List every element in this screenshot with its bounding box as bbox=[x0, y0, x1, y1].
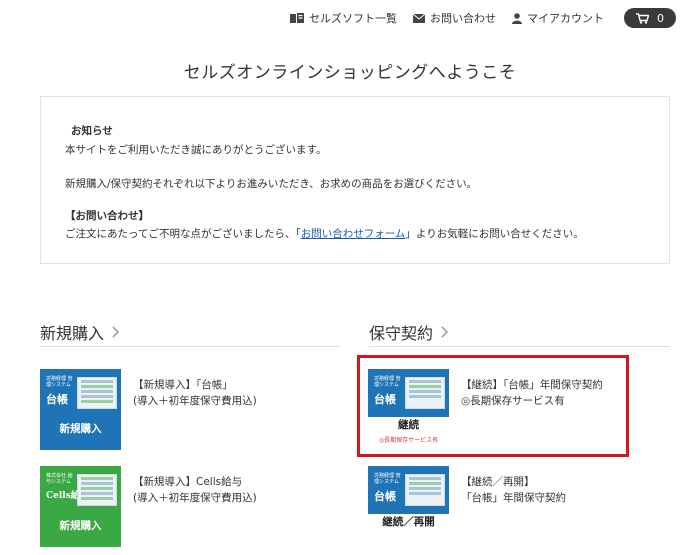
product-name: 【継続／再開】 bbox=[461, 476, 535, 488]
user-icon bbox=[512, 12, 522, 24]
thumb-logo: 台帳 bbox=[46, 393, 68, 406]
maintenance-label: 保守契約 bbox=[369, 324, 434, 343]
maintenance-title[interactable]: 保守契約 bbox=[369, 320, 449, 344]
account-label: マイアカウント bbox=[527, 12, 604, 25]
soft-list-label: セルズソフト一覧 bbox=[309, 12, 397, 25]
product-text[interactable]: 【新規導入】「台帳」 (導入＋初年度保守費用込) bbox=[133, 377, 257, 450]
soft-list-link[interactable]: セルズソフト一覧 bbox=[290, 10, 397, 26]
thumb-label: 継続／再開 bbox=[382, 516, 435, 528]
cart-button[interactable]: 0 bbox=[624, 8, 676, 28]
new-purchase-title[interactable]: 新規購入 bbox=[40, 320, 120, 344]
product-maint-resume[interactable]: 労務経理 管理システム 台帳 継続／再開 【継続／再開】 「台帳」年間保守契約 bbox=[368, 466, 566, 547]
chevron-right-icon bbox=[441, 323, 449, 342]
thumb-caption: 株式会社 給与システム bbox=[46, 473, 73, 485]
catalog-icon bbox=[290, 12, 304, 24]
product-text[interactable]: 【新規導入】Cells給与 (導入＋初年度保守費用込) bbox=[133, 474, 257, 547]
chevron-right-icon bbox=[112, 323, 120, 342]
product-text[interactable]: 【継続／再開】 「台帳」年間保守契約 bbox=[461, 474, 566, 547]
cart-count: 0 bbox=[657, 11, 664, 25]
thumb-caption: 労務経理 管理システム bbox=[46, 376, 73, 388]
mail-icon bbox=[413, 13, 425, 23]
account-link[interactable]: マイアカウント bbox=[512, 10, 604, 26]
notice-box: お知らせ 本サイトをご利用いただき誠にありがとうございます。 新規購入/保守契約… bbox=[40, 96, 670, 264]
contact-text-after: 」よりお気軽にお問い合せください。 bbox=[405, 228, 584, 240]
notice-line-2: 新規購入/保守契約それぞれ以下よりお進みいただき、お求めの商品をお選びください。 bbox=[65, 178, 478, 190]
product-new-cells-kyuyo[interactable]: 株式会社 給与システム Cells給与 新規購入 【新規導入】Cells給与 (… bbox=[40, 466, 257, 547]
contact-link[interactable]: お問い合わせ bbox=[413, 10, 496, 26]
product-name: 【新規導入】Cells給与 bbox=[133, 476, 243, 488]
thumb-logo: 台帳 bbox=[374, 490, 396, 503]
new-purchase-label: 新規購入 bbox=[40, 324, 105, 343]
contact-sentence: ご注文にあたってご不明な点がございましたら、「お問い合わせフォーム」よりお気軽に… bbox=[65, 226, 584, 241]
product-new-daicho[interactable]: 労務経理 管理システム 台帳 新規購入 【新規導入】「台帳」 (導入＋初年度保守… bbox=[40, 369, 257, 450]
maintenance-divider bbox=[369, 346, 670, 347]
notice-heading: お知らせ bbox=[71, 125, 113, 137]
notice-line-1: 本サイトをご利用いただき誠にありがとうございます。 bbox=[65, 144, 327, 156]
new-purchase-divider bbox=[40, 346, 340, 347]
contact-text-before: ご注文にあたってご不明な点がございましたら、「 bbox=[65, 228, 301, 240]
screen-preview bbox=[77, 474, 117, 506]
product-thumbnail[interactable]: 労務経理 管理システム 台帳 継続／再開 bbox=[368, 466, 449, 547]
screen-preview bbox=[405, 474, 445, 506]
product-note: (導入＋初年度保守費用込) bbox=[133, 492, 257, 504]
contact-heading: 【お問い合わせ】 bbox=[65, 210, 149, 222]
thumb-label: 新規購入 bbox=[59, 423, 102, 435]
thumb-caption: 労務経理 管理システム bbox=[374, 473, 401, 485]
product-thumbnail[interactable]: 株式会社 給与システム Cells給与 新規購入 bbox=[40, 466, 121, 547]
product-note: 「台帳」年間保守契約 bbox=[461, 492, 566, 504]
product-name: 【新規導入】「台帳」 bbox=[133, 379, 233, 391]
contact-form-link[interactable]: お問い合わせフォーム bbox=[301, 228, 406, 240]
cart-icon bbox=[636, 12, 649, 24]
product-note: (導入＋初年度保守費用込) bbox=[133, 395, 257, 407]
contact-label: お問い合わせ bbox=[430, 12, 496, 25]
welcome-heading: セルズオンラインショッピングへようこそ bbox=[183, 63, 517, 83]
thumb-label: 新規購入 bbox=[59, 520, 102, 532]
screen-preview bbox=[77, 377, 117, 409]
product-thumbnail[interactable]: 労務経理 管理システム 台帳 新規購入 bbox=[40, 369, 121, 450]
top-nav: セルズソフト一覧 お問い合わせ マイアカウント 0 bbox=[290, 8, 676, 28]
highlight-frame bbox=[357, 355, 629, 457]
